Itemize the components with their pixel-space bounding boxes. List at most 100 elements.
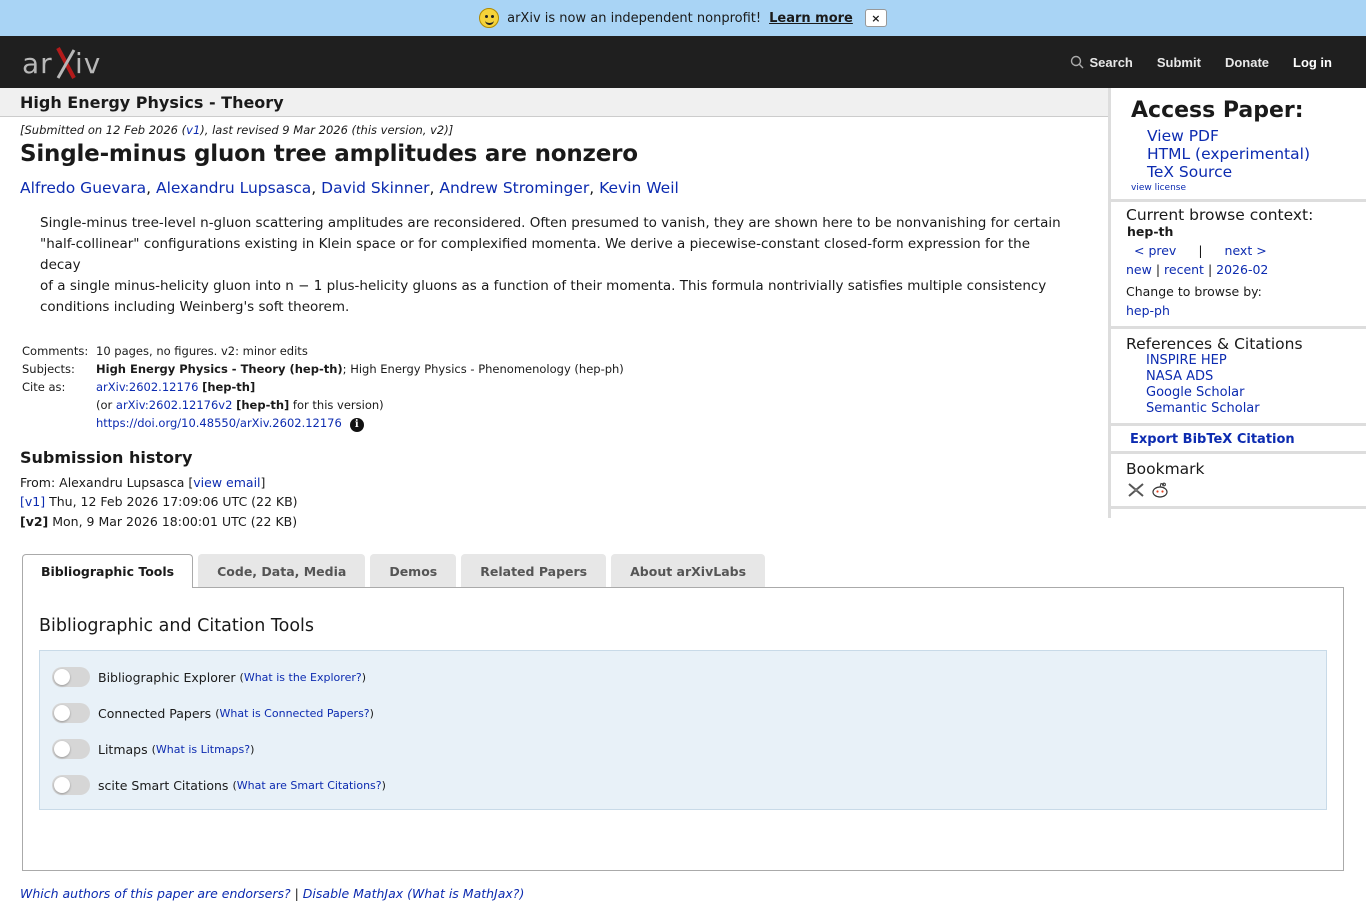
view-email-link[interactable]: view email <box>193 475 260 490</box>
new-link[interactable]: new <box>1126 262 1152 277</box>
donate-link[interactable]: Donate <box>1225 55 1269 70</box>
bibsonomy-icon[interactable] <box>1127 482 1145 498</box>
v2-tag: [v2] <box>20 513 49 529</box>
tab-related-papers[interactable]: Related Papers <box>461 554 607 587</box>
access-links: View PDF HTML (experimental) TeX Source <box>1147 127 1366 181</box>
bibliographic-tools-panel: Bibliographic and Citation Tools Bibliog… <box>22 587 1344 871</box>
abstract: Single-minus tree-level n-gluon scatteri… <box>40 213 1070 318</box>
search-button[interactable]: Search <box>1070 55 1133 70</box>
comments-label: Comments: <box>22 344 89 358</box>
abstract-line: Single-minus tree-level n-gluon scatteri… <box>40 215 1061 231</box>
secondary-subject: ; High Energy Physics - Phenomenology (h… <box>342 362 624 376</box>
inspire-hep-link[interactable]: INSPIRE HEP <box>1146 353 1227 368</box>
main-content: High Energy Physics - Theory [Submitted … <box>0 88 1108 531</box>
banner-message: arXiv is now an independent nonprofit! <box>507 10 762 26</box>
author-link[interactable]: Alfredo Guevara <box>20 179 146 197</box>
labs-tabs: Bibliographic Tools Code, Data, Media De… <box>22 554 770 588</box>
bookmark-icons <box>1127 482 1366 506</box>
html-link[interactable]: HTML (experimental) <box>1147 145 1310 163</box>
what-is-mathjax-link[interactable]: (What is MathJax?) <box>407 886 524 901</box>
tab-code-data-media[interactable]: Code, Data, Media <box>198 554 366 587</box>
submission-history-title: Submission history <box>20 447 193 467</box>
bibliographic-explorer-toggle[interactable] <box>52 667 90 687</box>
export-section: Export BibTeX Citation <box>1111 426 1366 454</box>
litmaps-toggle[interactable] <box>52 739 90 759</box>
semantic-scholar-link[interactable]: Semantic Scholar <box>1146 401 1260 416</box>
prev-next-separator: | <box>1198 243 1203 258</box>
export-bibtex-link[interactable]: Export BibTeX Citation <box>1130 432 1295 447</box>
author-list: Alfredo Guevara, Alexandru Lupsasca, Dav… <box>20 179 679 197</box>
toggle-label: Connected Papers <box>98 705 212 721</box>
comments-value: 10 pages, no figures. v2: minor edits <box>96 344 308 358</box>
month-link[interactable]: 2026-02 <box>1216 262 1268 277</box>
prev-link[interactable]: < prev <box>1134 243 1176 258</box>
disable-mathjax-link[interactable]: Disable MathJax <box>303 886 403 901</box>
bookmark-section: Bookmark <box>1111 454 1366 509</box>
change-browse-label: Change to browse by: <box>1126 284 1262 299</box>
cite-version: (or arXiv:2602.12176v2 [hep-th] for this… <box>94 396 628 414</box>
login-link[interactable]: Log in <box>1293 55 1332 70</box>
next-link[interactable]: next > <box>1225 243 1267 258</box>
subjects-value: High Energy Physics - Theory (hep-th); H… <box>94 360 628 378</box>
panel-title: Bibliographic and Citation Tools <box>39 616 315 636</box>
paper-title: Single-minus gluon tree amplitudes are n… <box>20 141 638 167</box>
toggle-row-litmaps: Litmaps (What is Litmaps?) <box>52 739 254 759</box>
learn-more-link[interactable]: Learn more <box>769 11 853 26</box>
dateline-prefix: [Submitted on 12 Feb 2026 ( <box>20 123 187 137</box>
sidebar: Access Paper: View PDF HTML (experimenta… <box>1108 88 1366 518</box>
toggle-label: Litmaps <box>98 741 148 757</box>
scite-toggle[interactable] <box>52 775 90 795</box>
dateline-suffix: ), last revised 9 Mar 2026 (this version… <box>200 123 454 137</box>
v2-date: Mon, 9 Mar 2026 18:00:01 UTC (22 KB) <box>48 513 298 529</box>
cite-or-prefix: (or <box>96 398 116 412</box>
arxiv-v2-link[interactable]: arXiv:2602.12176v2 <box>116 398 233 412</box>
nasa-ads-link[interactable]: NASA ADS <box>1146 369 1213 384</box>
toggle-label: scite Smart Citations <box>98 777 229 793</box>
hep-ph-link[interactable]: hep-ph <box>1126 303 1170 318</box>
browse-context-title: Current browse context: <box>1126 206 1314 224</box>
doi-row: https://doi.org/10.48550/arXiv.2602.1217… <box>94 414 628 434</box>
endorsers-link[interactable]: Which authors of this paper are endorser… <box>20 886 291 901</box>
author-link[interactable]: Andrew Strominger <box>439 179 589 197</box>
v1-history-link[interactable]: [v1] <box>20 494 45 509</box>
arxiv-logo[interactable]: ar iv <box>22 44 114 82</box>
prev-next-row: < prev | next > <box>1126 241 1366 260</box>
submission-history: From: Alexandru Lupsasca [view email] [v… <box>20 473 1108 532</box>
help-link[interactable]: What is Connected Papers? <box>220 707 370 720</box>
toggle-help: (What is the Explorer?) <box>239 670 366 684</box>
help-link[interactable]: What is Litmaps? <box>156 743 250 756</box>
close-banner-button[interactable]: × <box>864 9 887 27</box>
svg-text:ar: ar <box>22 47 53 80</box>
view-license-link[interactable]: view license <box>1131 183 1186 193</box>
submit-link[interactable]: Submit <box>1157 55 1201 70</box>
help-link[interactable]: What are Smart Citations? <box>237 779 382 792</box>
google-scholar-link[interactable]: Google Scholar <box>1146 385 1245 400</box>
toggle-help: (What are Smart Citations?) <box>232 778 386 792</box>
doi-link[interactable]: https://doi.org/10.48550/arXiv.2602.1217… <box>96 416 342 430</box>
footer-links: Which authors of this paper are endorser… <box>20 886 524 901</box>
tab-bibliographic-tools[interactable]: Bibliographic Tools <box>22 554 194 588</box>
abstract-line: conditions including Weinberg's soft the… <box>40 299 350 315</box>
tab-about-arxivlabs[interactable]: About arXivLabs <box>611 554 766 587</box>
author-link[interactable]: Alexandru Lupsasca <box>156 179 311 197</box>
primary-subject: High Energy Physics - Theory (hep-th) <box>96 362 343 376</box>
info-icon[interactable]: i <box>349 417 364 432</box>
toggle-row-scite: scite Smart Citations (What are Smart Ci… <box>52 775 386 795</box>
v1-date: Thu, 12 Feb 2026 17:09:06 UTC (22 KB) <box>45 494 298 509</box>
tex-source-link[interactable]: TeX Source <box>1147 163 1232 181</box>
author-link[interactable]: Kevin Weil <box>599 179 679 197</box>
help-link[interactable]: What is the Explorer? <box>244 671 362 684</box>
tab-demos[interactable]: Demos <box>370 554 457 587</box>
cite-value: arXiv:2602.12176 [hep-th] <box>94 378 628 396</box>
connected-papers-toggle[interactable] <box>52 703 90 723</box>
recent-link[interactable]: recent <box>1164 262 1204 277</box>
svg-text:iv: iv <box>75 47 101 80</box>
view-pdf-link[interactable]: View PDF <box>1147 127 1219 145</box>
v1-link[interactable]: v1 <box>186 123 200 137</box>
history-from-suffix: ] <box>260 474 266 490</box>
toggle-help: (What is Litmaps?) <box>151 742 255 756</box>
author-link[interactable]: David Skinner <box>321 179 429 197</box>
cite-v2-category: [hep-th] <box>236 398 290 412</box>
arxiv-id-link[interactable]: arXiv:2602.12176 <box>96 380 198 394</box>
reddit-icon[interactable] <box>1151 482 1169 498</box>
